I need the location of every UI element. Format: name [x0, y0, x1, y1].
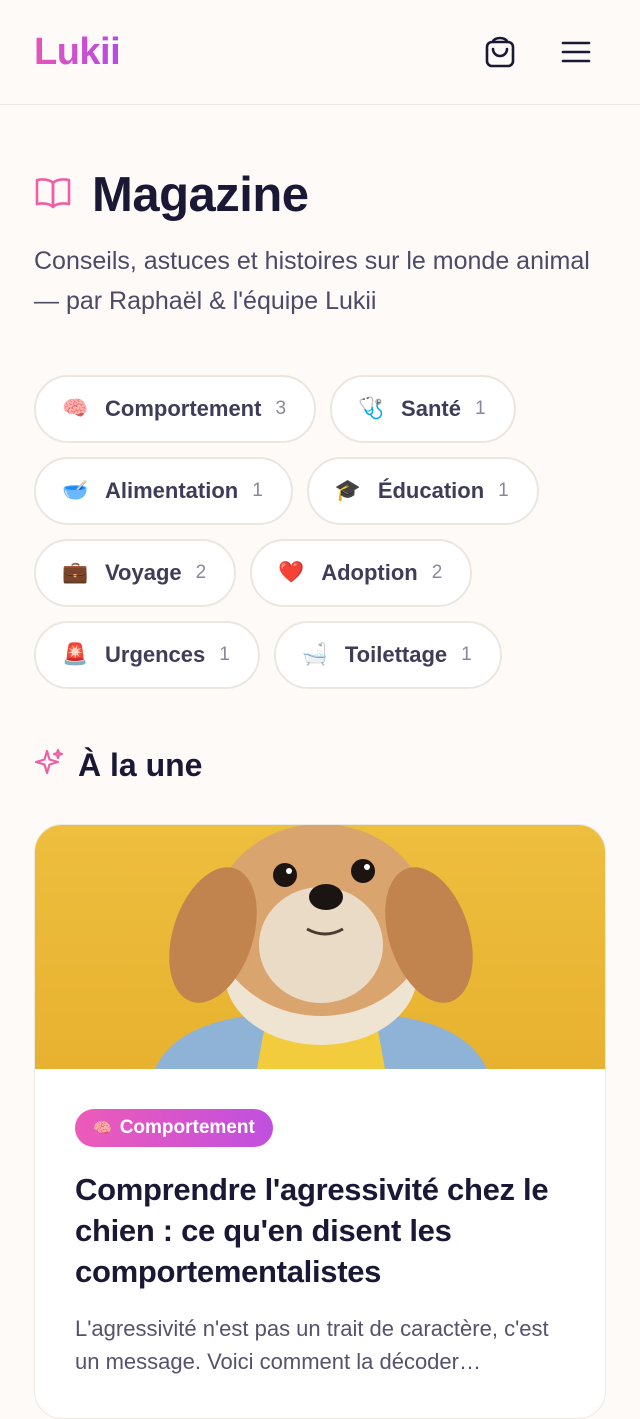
hamburger-menu-icon[interactable]: [560, 36, 592, 68]
category-label: Adoption: [321, 560, 418, 585]
category-chip-sante[interactable]: 🩺 Santé 1: [330, 375, 516, 443]
page-title-row: Magazine: [34, 167, 640, 223]
category-chip-education[interactable]: 🎓 Éducation 1: [306, 457, 539, 525]
open-book-icon: [34, 176, 72, 215]
category-chip-toilettage[interactable]: 🛁 Toilettage 1: [273, 621, 502, 689]
sparkles-icon: [34, 748, 64, 783]
category-label: Comportement: [105, 396, 262, 421]
category-chip-urgences[interactable]: 🚨 Urgences 1: [34, 621, 260, 689]
briefcase-icon: 💼: [62, 561, 89, 584]
dog-illustration: [155, 825, 487, 1069]
category-chip-comportement[interactable]: 🧠 Comportement 3: [34, 375, 317, 443]
article-excerpt: L'agressivité n'est pas un trait de cara…: [75, 1316, 549, 1374]
logo[interactable]: Lukii: [34, 31, 121, 74]
category-count: 2: [431, 562, 443, 583]
category-count: 1: [219, 644, 230, 665]
category-label: Éducation: [377, 478, 485, 503]
section-title: À la une: [78, 747, 203, 783]
category-count: 1: [252, 480, 263, 501]
category-count: 2: [195, 562, 207, 583]
category-filters: 🧠 Comportement 3 🩺 Santé 1 🥣 Alimentatio…: [34, 375, 620, 689]
bowl-icon: 🥣: [62, 479, 89, 502]
article-image-dog: [35, 825, 605, 1069]
bathtub-icon: 🛁: [301, 643, 329, 666]
brain-icon: 🧠: [93, 1120, 112, 1137]
featured-section-header: À la une: [34, 747, 640, 784]
category-count: 1: [474, 398, 486, 419]
heart-icon: ❤️: [278, 561, 305, 584]
stethoscope-icon: 🩺: [358, 397, 385, 420]
category-label: Alimentation: [105, 478, 239, 503]
top-navbar: Lukii: [0, 0, 640, 105]
brain-icon: 🧠: [62, 397, 89, 420]
category-badge[interactable]: 🧠 Comportement: [75, 1109, 273, 1147]
category-count: 3: [275, 398, 287, 419]
category-label: Toilettage: [344, 642, 448, 667]
category-count: 1: [461, 644, 472, 665]
category-label: Voyage: [105, 560, 182, 585]
graduation-cap-icon: 🎓: [334, 479, 361, 502]
article-title[interactable]: Comprendre l'agressivité chez le chien :…: [75, 1169, 565, 1292]
category-label: Santé: [401, 396, 461, 421]
card-body: 🧠 Comportement Comprendre l'agressivité …: [35, 1069, 605, 1418]
category-chip-alimentation[interactable]: 🥣 Alimentation 1: [34, 457, 293, 525]
header-actions: [484, 36, 592, 68]
badge-label: Comportement: [119, 1117, 255, 1138]
category-chip-adoption[interactable]: ❤️ Adoption 2: [250, 539, 473, 607]
category-count: 1: [498, 480, 509, 501]
shopping-bag-icon[interactable]: [484, 36, 516, 68]
category-chip-voyage[interactable]: 💼 Voyage 2: [34, 539, 237, 607]
featured-article-card[interactable]: 🧠 Comportement Comprendre l'agressivité …: [34, 824, 606, 1419]
page-subtitle: Conseils, astuces et histoires sur le mo…: [34, 247, 590, 315]
siren-icon: 🚨: [62, 643, 89, 666]
category-label: Urgences: [105, 642, 206, 667]
page-title: Magazine: [92, 168, 309, 222]
